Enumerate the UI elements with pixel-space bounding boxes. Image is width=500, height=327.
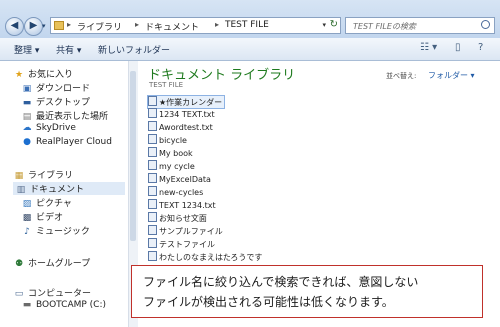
- sidebar-item-documents[interactable]: ▥ ドキュメント: [13, 182, 125, 195]
- file-item[interactable]: TEXT 1234.txt: [148, 199, 216, 211]
- history-dropdown-icon[interactable]: ▾: [42, 22, 46, 30]
- pictures-icon: ▨: [22, 199, 32, 209]
- file-item[interactable]: bicycle: [148, 134, 187, 146]
- breadcrumb-separator[interactable]: ▸: [215, 20, 219, 29]
- sidebar-item-pictures[interactable]: ▨ ピクチャ: [22, 196, 72, 209]
- file-icon: [148, 186, 157, 196]
- file-icon: [148, 251, 157, 261]
- computer-icon: ▭: [14, 289, 24, 299]
- file-icon: [148, 212, 157, 222]
- search-icon[interactable]: [481, 20, 490, 29]
- annotation-callout: ファイル名に絞り込んで検索できれば、意図しない ファイルが検出される可能性は低く…: [131, 265, 483, 318]
- library-icon: ▦: [14, 171, 24, 181]
- file-item[interactable]: ★作業カレンダー: [147, 95, 226, 109]
- back-button[interactable]: ◀: [5, 17, 24, 36]
- realplayer-icon: ●: [23, 137, 31, 147]
- recent-places-icon: ▤: [22, 112, 32, 122]
- sidebar-item-recent-places[interactable]: ▤ 最近表示した場所: [22, 109, 108, 122]
- breadcrumb-libraries[interactable]: ライブラリ: [77, 20, 122, 33]
- file-item[interactable]: テストファイル: [148, 238, 215, 250]
- file-item[interactable]: new-cycles: [148, 186, 203, 198]
- sidebar-homegroup[interactable]: ⚉ ホームグループ: [14, 256, 90, 269]
- file-item[interactable]: Awordtest.txt: [148, 121, 213, 133]
- file-item[interactable]: わたしのなまえはたろうです: [148, 251, 262, 263]
- sidebar-item-desktop[interactable]: ▬ デスクトップ: [22, 95, 90, 108]
- drive-icon: ▬: [22, 300, 32, 310]
- file-icon: [148, 108, 157, 118]
- arrange-by-label: 並べ替え:: [386, 72, 417, 80]
- folder-icon: [54, 21, 64, 30]
- sidebar-item-downloads[interactable]: ▣ ダウンロード: [22, 81, 90, 94]
- file-icon: [148, 199, 157, 209]
- command-toolbar: 整理 ▾ 共有 ▾ 新しいフォルダー ☷ ▾ ▯ ?: [0, 38, 500, 61]
- organize-button[interactable]: 整理 ▾: [14, 43, 39, 56]
- sidebar-item-bootcamp-drive[interactable]: ▬ BOOTCAMP (C:): [22, 300, 106, 310]
- file-item[interactable]: my cycle: [148, 160, 195, 172]
- scrollbar-thumb[interactable]: [130, 71, 136, 241]
- file-item[interactable]: MyExcelData: [148, 173, 211, 185]
- file-icon: [148, 96, 157, 106]
- file-item[interactable]: My book: [148, 147, 193, 159]
- search-placeholder: TEST FILEの検索: [353, 22, 416, 31]
- sidebar-libraries[interactable]: ▦ ライブラリ: [14, 168, 73, 181]
- desktop-icon: ▬: [22, 98, 32, 108]
- file-item[interactable]: サンプルファイル: [148, 225, 223, 237]
- help-icon[interactable]: ?: [478, 42, 483, 53]
- preview-pane-icon[interactable]: ▯: [455, 42, 461, 53]
- file-icon: [148, 134, 157, 144]
- file-icon: [148, 121, 157, 131]
- breadcrumb-separator[interactable]: ▸: [67, 20, 71, 29]
- document-icon: ▥: [16, 185, 26, 195]
- sidebar-item-realplayer-cloud[interactable]: ● RealPlayer Cloud: [22, 137, 112, 147]
- address-dropdown-icon[interactable]: ▾: [322, 21, 326, 29]
- view-options-icon[interactable]: ☷ ▾: [420, 42, 437, 53]
- star-icon: ★: [14, 70, 24, 80]
- arrange-by-dropdown[interactable]: フォルダー ▾: [428, 70, 475, 81]
- breadcrumb-test-file[interactable]: TEST FILE: [225, 20, 269, 30]
- file-icon: [148, 160, 157, 170]
- video-icon: ▩: [22, 213, 32, 223]
- sidebar-item-music[interactable]: ♪ ミュージック: [22, 224, 90, 237]
- sidebar-computer[interactable]: ▭ コンピューター: [14, 286, 91, 299]
- file-icon: [148, 173, 157, 183]
- sidebar-item-skydrive[interactable]: ☁ SkyDrive: [22, 123, 76, 133]
- file-item[interactable]: お知らせ文面: [148, 212, 207, 224]
- music-icon: ♪: [24, 227, 30, 237]
- download-folder-icon: ▣: [22, 84, 32, 94]
- cloud-icon: ☁: [22, 123, 32, 133]
- sidebar-item-videos[interactable]: ▩ ビデオ: [22, 210, 63, 223]
- breadcrumb-separator[interactable]: ▸: [135, 20, 139, 29]
- refresh-icon[interactable]: ↻: [330, 19, 338, 30]
- library-subtitle: TEST FILE: [149, 81, 184, 89]
- file-item[interactable]: 1234 TEXT.txt: [148, 108, 215, 120]
- forward-button[interactable]: ▶: [24, 17, 43, 36]
- search-input[interactable]: TEST FILEの検索: [345, 17, 495, 34]
- share-button[interactable]: 共有 ▾: [56, 43, 81, 56]
- sidebar-favorites[interactable]: ★ お気に入り: [14, 67, 73, 80]
- navigation-pane: ★ お気に入り ▣ ダウンロード ▬ デスクトップ ▤ 最近表示した場所 ☁ SkyDri…: [0, 61, 129, 327]
- callout-line-1: ファイル名に絞り込んで検索できれば、意図しない: [143, 275, 419, 289]
- new-folder-button[interactable]: 新しいフォルダー: [98, 43, 170, 56]
- homegroup-icon: ⚉: [14, 259, 24, 269]
- file-icon: [148, 238, 157, 248]
- file-icon: [148, 225, 157, 235]
- address-bar[interactable]: ▸ ライブラリ ▸ ドキュメント ▸ TEST FILE ▾ ↻: [50, 17, 341, 34]
- file-icon: [148, 147, 157, 157]
- callout-line-2: ファイルが検出される可能性は低くなります。: [143, 295, 394, 309]
- explorer-window: – □ x ◀ ▶ ▾ ▸ ライブラリ ▸ ドキュメント ▸ TEST FILE…: [0, 0, 500, 327]
- breadcrumb-documents[interactable]: ドキュメント: [145, 20, 199, 33]
